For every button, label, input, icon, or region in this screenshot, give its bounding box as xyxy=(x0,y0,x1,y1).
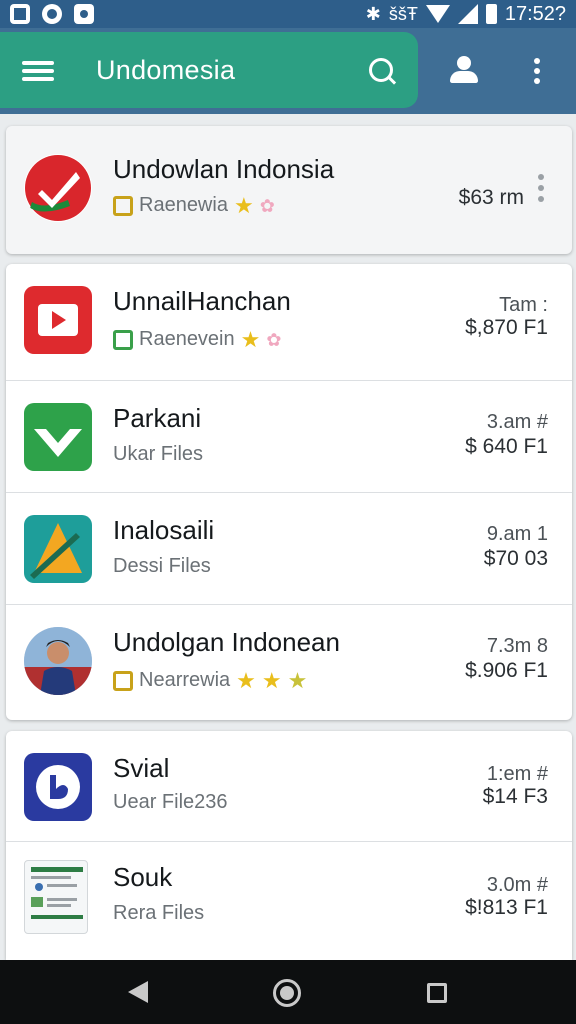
rating-star-icon: ★ xyxy=(287,667,308,693)
system-nav-bar xyxy=(0,960,576,1024)
list-item[interactable]: Undolgan Indonean Nearrewia ★ ★ ★ 7.3m 8… xyxy=(6,605,572,720)
app-price: $.906 F1 xyxy=(465,659,548,682)
rating-star-icon: ★ xyxy=(240,326,261,352)
app-subtitle: Raenevein xyxy=(139,328,235,350)
list-item[interactable]: Parkani Ukar Files 3.am # $ 640 F1 xyxy=(6,381,572,493)
app-name: Undowlan Indonsia xyxy=(113,154,335,184)
teal-kite-icon xyxy=(24,515,92,583)
status-time: 17:52? xyxy=(504,2,566,25)
app-list-card: Svial Uear File236 1:em # $14 F3 Souk Re… xyxy=(6,731,572,960)
back-icon[interactable] xyxy=(128,981,148,1003)
rating-star-icon: ★ xyxy=(233,192,254,218)
app-subtitle: Uear File236 xyxy=(113,791,228,813)
rating-star-icon: ★ xyxy=(236,667,256,693)
app-subtitle: Dessi Files xyxy=(113,555,211,577)
app-subtitle-row: Nearrewia ★ ★ ★ xyxy=(113,669,307,692)
bluetooth-icon: ✱ xyxy=(365,3,381,24)
account-icon[interactable] xyxy=(450,56,478,84)
list-item[interactable]: Souk Rera Files 3.0m # $!813 F1 xyxy=(6,842,572,960)
list-item[interactable]: Undowlan Indonsia Raenewia ★ ✿ $63 rm xyxy=(6,126,572,254)
recent-apps-icon[interactable] xyxy=(427,983,447,1003)
list-item[interactable]: Svial Uear File236 1:em # $14 F3 xyxy=(6,731,572,842)
rating-flower-icon: ✿ xyxy=(259,195,275,216)
list-item[interactable]: Inalosaili Dessi Files 9.am 1 $70 03 xyxy=(6,493,572,605)
list-item[interactable]: UnnailHanchan Raenevein ★ ✿ Tam : $,870 … xyxy=(6,264,572,381)
app-subtitle: Ukar Files xyxy=(113,443,204,465)
gallery-notification-icon xyxy=(10,4,30,24)
app-name: UnnailHanchan xyxy=(113,286,291,316)
row-overflow-icon[interactable] xyxy=(538,174,546,207)
app-subtitle: Rera Files xyxy=(113,902,205,924)
app-bar-title-area: Undomesia xyxy=(0,32,418,108)
app-subtitle-row: Raenevein ★ ✿ xyxy=(113,328,281,351)
app-bar: Undomesia xyxy=(0,28,576,114)
app-price: $70 03 xyxy=(483,547,548,570)
app-time: 3.am # xyxy=(486,411,548,433)
rating-star-icon: ★ xyxy=(261,667,282,693)
document-thumbnail-icon xyxy=(24,860,88,934)
app-subtitle: Nearrewia xyxy=(139,669,231,691)
green-check-icon xyxy=(24,403,92,471)
app-name: Souk xyxy=(113,862,173,892)
sync-notification-icon xyxy=(42,4,62,24)
category-badge-icon xyxy=(113,195,133,216)
status-bar: ✱ ššŦ 17:52? xyxy=(0,0,576,28)
drop-notification-icon xyxy=(74,4,94,24)
app-time: 9.am 1 xyxy=(486,523,548,545)
app-time: 1:em # xyxy=(486,763,548,785)
app-subtitle: Raenewia xyxy=(139,194,228,216)
app-name: Undolgan Indonean xyxy=(113,627,340,657)
featured-card: Undowlan Indonsia Raenewia ★ ✿ $63 rm xyxy=(6,126,572,254)
category-badge-icon xyxy=(113,329,133,350)
wifi-icon xyxy=(425,5,450,23)
network-text: ššŦ xyxy=(388,3,418,24)
category-badge-icon xyxy=(113,670,133,691)
app-price: $14 F3 xyxy=(482,785,548,808)
app-list-card: UnnailHanchan Raenevein ★ ✿ Tam : $,870 … xyxy=(6,264,572,720)
home-icon[interactable] xyxy=(273,979,301,1007)
app-price: $,870 F1 xyxy=(465,316,548,339)
blue-logo-icon xyxy=(24,753,92,821)
app-price: $ 640 F1 xyxy=(465,435,548,458)
overflow-menu-icon[interactable] xyxy=(534,58,542,86)
app-time: 3.0m # xyxy=(486,874,548,896)
app-price: $63 rm xyxy=(458,186,524,209)
hamburger-menu-icon[interactable] xyxy=(22,55,58,85)
app-name: Parkani xyxy=(113,403,202,433)
cell-signal-icon xyxy=(457,4,478,24)
app-name: Inalosaili xyxy=(113,515,215,545)
search-icon[interactable] xyxy=(369,58,399,88)
battery-icon xyxy=(485,4,497,24)
rating-flower-icon: ✿ xyxy=(266,329,282,350)
app-price: $!813 F1 xyxy=(465,896,548,919)
app-time: Tam : xyxy=(499,294,548,316)
red-play-icon xyxy=(24,286,92,354)
app-title: Undomesia xyxy=(96,54,236,85)
app-name: Svial xyxy=(113,753,170,783)
app-time: 7.3m 8 xyxy=(486,635,548,657)
red-check-icon xyxy=(24,154,92,222)
person-photo-icon xyxy=(24,627,92,695)
app-subtitle-row: Raenewia ★ ✿ xyxy=(113,194,275,217)
